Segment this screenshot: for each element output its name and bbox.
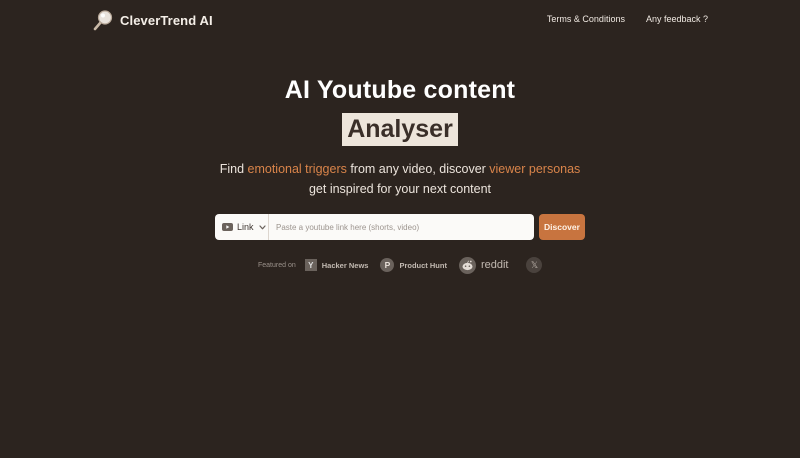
terms-link[interactable]: Terms & Conditions bbox=[547, 14, 625, 24]
top-nav: Terms & Conditions Any feedback ? bbox=[547, 14, 708, 24]
emotional-triggers-text: emotional triggers bbox=[247, 162, 347, 176]
brand-link[interactable]: CleverTrend AI bbox=[92, 9, 213, 31]
header: CleverTrend AI Terms & Conditions Any fe… bbox=[0, 0, 800, 40]
chevron-down-icon bbox=[258, 224, 266, 229]
viewer-personas-text: viewer personas bbox=[489, 162, 581, 176]
link-type-dropdown[interactable]: Link bbox=[215, 214, 269, 240]
highlight-word: Analyser bbox=[342, 113, 458, 146]
product-hunt-label: Product Hunt bbox=[399, 260, 447, 270]
product-hunt-link[interactable]: P Product Hunt bbox=[380, 258, 447, 272]
featured-on-bar: Featured on Y Hacker News P Product Hunt… bbox=[258, 256, 543, 274]
youtube-icon bbox=[222, 223, 233, 231]
page: CleverTrend AI Terms & Conditions Any fe… bbox=[0, 0, 800, 458]
link-type-label: Link bbox=[237, 222, 254, 232]
reddit-link[interactable]: reddit bbox=[458, 256, 509, 274]
reddit-icon bbox=[458, 256, 476, 274]
highlight-wrap: Analyser bbox=[0, 113, 800, 146]
feedback-link[interactable]: Any feedback ? bbox=[646, 14, 708, 24]
subtitle-pre: Find bbox=[219, 162, 248, 176]
featured-label: Featured on bbox=[258, 261, 296, 269]
hacker-news-link[interactable]: Y Hacker News bbox=[304, 259, 369, 271]
reddit-label: reddit bbox=[480, 259, 509, 271]
subtitle-mid: from any video, discover bbox=[346, 162, 490, 176]
x-icon[interactable]: 𝕏 bbox=[526, 257, 543, 273]
page-title: AI Youtube content bbox=[284, 76, 516, 104]
brand-name: CleverTrend AI bbox=[120, 12, 213, 28]
link-input-group: Link bbox=[215, 214, 534, 240]
subtitle-line-1: Find emotional triggers from any video, … bbox=[0, 162, 800, 176]
hacker-news-label: Hacker News bbox=[321, 260, 369, 270]
discover-button[interactable]: Discover bbox=[539, 214, 585, 240]
subtitle-line-2: get inspired for your next content bbox=[308, 182, 492, 196]
search-row: Link Discover bbox=[215, 214, 585, 240]
magnifier-logo-icon bbox=[93, 10, 113, 31]
hacker-news-icon: Y bbox=[304, 259, 317, 271]
product-hunt-icon: P bbox=[380, 258, 395, 272]
youtube-link-input[interactable] bbox=[269, 214, 534, 240]
